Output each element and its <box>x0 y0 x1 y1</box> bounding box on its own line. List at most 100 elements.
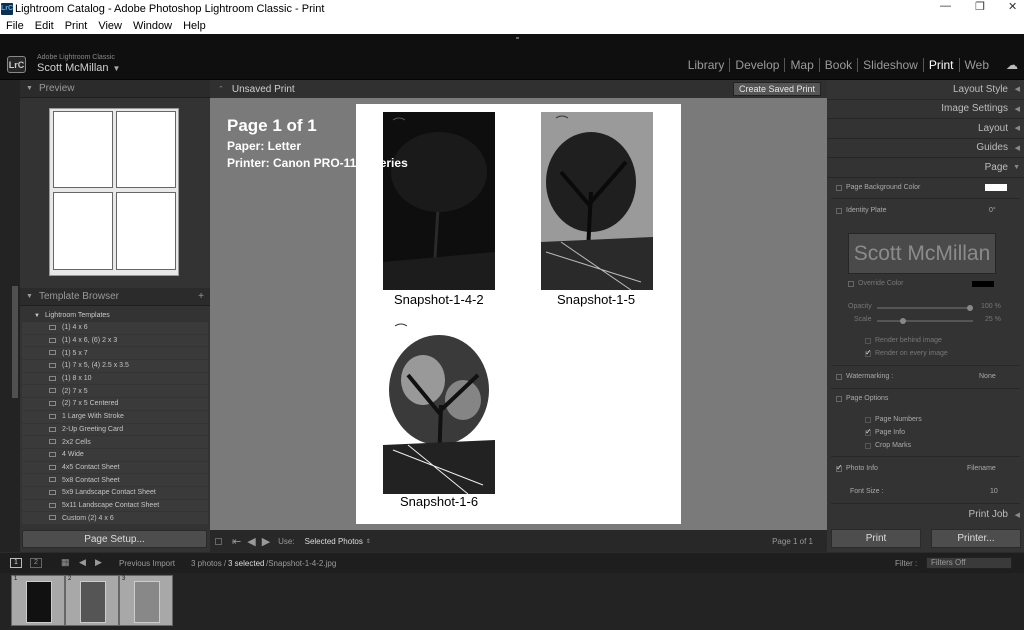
template-item[interactable]: 2-Up Greeting Card <box>22 423 208 437</box>
grid-icon[interactable]: ▦ <box>61 557 70 568</box>
page-bg-checkbox[interactable] <box>836 184 842 191</box>
menu-view[interactable]: View <box>98 20 122 32</box>
module-web[interactable]: Web <box>960 58 994 72</box>
add-template-icon[interactable]: + <box>198 291 204 302</box>
section-image-settings[interactable]: Image Settings ◀ <box>827 100 1024 119</box>
module-library[interactable]: Library <box>683 58 731 72</box>
page-bg-color-row[interactable]: Page Background Color <box>836 184 920 191</box>
template-item[interactable]: (1) 7 x 5, (4) 2.5 x 3.5 <box>22 360 208 373</box>
page-info-checkbox[interactable] <box>865 427 872 436</box>
photo-cell[interactable] <box>541 112 653 290</box>
module-print[interactable]: Print <box>924 58 960 72</box>
menu-help[interactable]: Help <box>183 20 206 32</box>
template-item[interactable]: 5x8 Contact Sheet <box>22 474 208 487</box>
page-options-checkbox[interactable] <box>836 395 842 402</box>
collapse-icon[interactable]: ⌃ <box>218 85 224 93</box>
close-icon[interactable]: ✕ <box>1008 0 1017 13</box>
page-numbers-row[interactable]: Page Numbers <box>865 416 922 423</box>
render-behind-checkbox[interactable] <box>865 337 871 344</box>
menu-file[interactable]: File <box>6 20 24 32</box>
template-item[interactable]: (1) 4 x 6 <box>22 322 208 335</box>
template-item[interactable]: (1) 8 x 10 <box>22 372 208 386</box>
identity-plate-checkbox[interactable] <box>836 207 842 214</box>
scale-value[interactable]: 25 % <box>985 316 1001 323</box>
render-every-row[interactable]: Render on every image <box>865 348 948 357</box>
filmstrip-thumb[interactable]: 1 <box>11 575 65 626</box>
primary-window-button[interactable]: 1 <box>10 558 22 568</box>
template-item[interactable]: 1 Large With Stroke <box>22 410 208 424</box>
scale-knob[interactable] <box>899 318 906 324</box>
print-button[interactable]: Print <box>831 529 921 548</box>
template-item[interactable]: 5x11 Landscape Contact Sheet <box>22 499 208 513</box>
filter-select[interactable]: Filters Off <box>926 557 1012 569</box>
use-selector[interactable]: Selected Photos <box>305 537 363 546</box>
section-print-job[interactable]: Print Job ◀ <box>827 505 1024 525</box>
font-size-value[interactable]: 10 <box>990 488 998 495</box>
watermark-checkbox[interactable] <box>836 373 842 380</box>
template-item[interactable]: 4 Wide <box>22 448 208 462</box>
opacity-knob[interactable] <box>967 305 973 311</box>
menu-window[interactable]: Window <box>133 20 172 32</box>
source-label[interactable]: Previous Import <box>119 559 175 568</box>
restore-icon[interactable]: ❐ <box>975 0 985 13</box>
first-page-icon[interactable]: ⇤ <box>232 535 241 548</box>
page-numbers-checkbox[interactable] <box>865 416 871 423</box>
template-item[interactable]: 4x5 Contact Sheet <box>22 461 208 475</box>
next-page-icon[interactable]: ▶ <box>262 535 270 548</box>
module-develop[interactable]: Develop <box>730 58 786 72</box>
page-info-row[interactable]: Page Info <box>865 427 905 436</box>
template-item[interactable]: (1) 4 x 6, (6) 2 x 3 <box>22 334 208 348</box>
previous-page-icon[interactable]: ◀ <box>247 535 255 548</box>
template-item[interactable]: Custom (2) 4 x 6 <box>22 512 208 525</box>
identity-user[interactable]: Scott McMillan ▼ <box>37 62 120 74</box>
secondary-window-button[interactable]: 2 <box>30 558 42 568</box>
module-slideshow[interactable]: Slideshow <box>858 58 924 72</box>
override-color-row[interactable]: Override Color <box>848 280 904 287</box>
back-arrow-icon[interactable]: ◀ <box>79 557 86 568</box>
photo-info-checkbox[interactable] <box>836 463 843 472</box>
template-item[interactable]: 2x2 Cells <box>22 436 208 449</box>
template-item[interactable]: (1) 5 x 7 <box>22 347 208 361</box>
watermarking-row[interactable]: Watermarking : <box>836 373 893 380</box>
module-map[interactable]: Map <box>785 58 820 72</box>
preview-header[interactable]: ▼ Preview <box>20 80 210 98</box>
photo-cell[interactable] <box>383 320 495 494</box>
template-item[interactable]: (2) 7 x 5 Centered <box>22 398 208 411</box>
scale-slider[interactable] <box>877 318 973 324</box>
forward-arrow-icon[interactable]: ▶ <box>95 557 102 568</box>
section-layout[interactable]: Layout ◀ <box>827 119 1024 139</box>
cloud-icon[interactable]: ☁ <box>1006 58 1018 72</box>
identity-plate-row[interactable]: Identity Plate <box>836 207 886 214</box>
opacity-slider[interactable] <box>877 305 973 311</box>
filmstrip-thumb[interactable]: 3 <box>119 575 173 626</box>
create-saved-print-button[interactable]: Create Saved Print <box>732 82 821 96</box>
crop-marks-checkbox[interactable] <box>865 442 871 449</box>
photo-info-value[interactable]: Filename <box>967 465 996 472</box>
printer-button[interactable]: Printer... <box>931 529 1021 548</box>
template-folder[interactable]: ▼ Lightroom Templates <box>22 309 208 322</box>
identity-plate-preview[interactable]: Scott McMillan <box>848 233 996 274</box>
stop-icon[interactable] <box>215 537 222 545</box>
crop-marks-row[interactable]: Crop Marks <box>865 442 911 449</box>
section-page[interactable]: Page ▼ <box>827 158 1024 178</box>
page-options-row[interactable]: Page Options <box>836 395 888 402</box>
collapse-handle-icon[interactable] <box>516 37 519 39</box>
section-guides[interactable]: Guides ◀ <box>827 139 1024 158</box>
section-layout-style[interactable]: Layout Style ◀ <box>827 80 1024 100</box>
watermark-value[interactable]: None <box>979 373 996 380</box>
override-color-checkbox[interactable] <box>848 280 854 287</box>
template-item[interactable]: (2) 7 x 5 <box>22 385 208 399</box>
photo-info-row[interactable]: Photo Info <box>836 463 878 472</box>
identity-plate-angle[interactable]: 0° <box>989 207 996 214</box>
menu-print[interactable]: Print <box>65 20 88 32</box>
opacity-value[interactable]: 100 % <box>981 303 1001 310</box>
render-every-checkbox[interactable] <box>865 348 872 357</box>
module-book[interactable]: Book <box>820 58 859 72</box>
page-setup-button[interactable]: Page Setup... <box>22 530 207 548</box>
template-item[interactable]: 5x9 Landscape Contact Sheet <box>22 486 208 500</box>
left-scrollbar[interactable] <box>12 286 18 398</box>
render-behind-row[interactable]: Render behind image <box>865 337 942 344</box>
template-browser-header[interactable]: ▼ Template Browser + <box>20 288 210 306</box>
page-bg-swatch[interactable] <box>985 184 1007 191</box>
filmstrip-thumb[interactable]: 2 <box>65 575 119 626</box>
